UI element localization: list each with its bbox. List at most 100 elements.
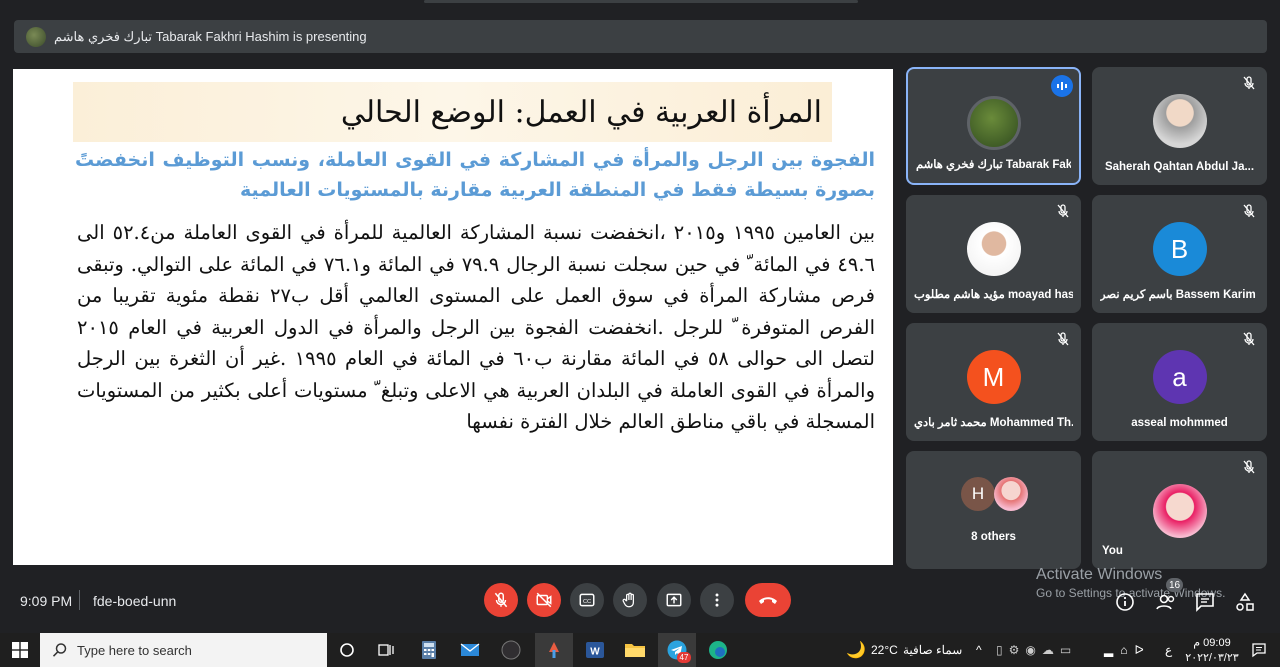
others-avatar-photo	[994, 477, 1028, 511]
obs-app[interactable]	[498, 637, 524, 663]
edge-icon	[709, 641, 727, 659]
present-icon	[666, 593, 682, 607]
task-view-button[interactable]	[373, 637, 399, 663]
info-icon	[1116, 593, 1134, 611]
more-options-button[interactable]	[700, 583, 734, 617]
chat-icon	[1196, 593, 1214, 612]
avatar-letter: M	[982, 361, 1005, 392]
meeting-time: 9:09 PM	[20, 593, 73, 609]
others-avatar: H	[961, 477, 995, 511]
participant-tile[interactable]: a asseal mohmmed	[1092, 323, 1267, 441]
top-scrollbar[interactable]	[424, 0, 858, 3]
mic-off-icon	[1057, 332, 1069, 346]
captions-button[interactable]: CC	[570, 583, 604, 617]
present-screen-button[interactable]	[657, 583, 691, 617]
telegram-app[interactable]	[658, 633, 696, 667]
participant-tile[interactable]: مؤيد هاشم مطلوب moayad hash...	[906, 195, 1081, 313]
people-button[interactable]	[1154, 591, 1178, 613]
participant-avatar: a	[1152, 350, 1207, 404]
slide-body: بين العامين ١٩٩٥ و٢٠١٥ ،انخفضت نسبة المش…	[77, 221, 875, 433]
mic-off-icon	[1243, 332, 1255, 346]
meeting-details-button[interactable]	[1114, 591, 1136, 613]
participant-tile-others[interactable]: H 8 others	[906, 451, 1081, 569]
show-hidden-icons-chevron-icon[interactable]: ^	[976, 643, 982, 657]
slide-title: المرأة العربية في العمل: الوضع الحالي	[340, 94, 822, 130]
svg-text:W: W	[590, 647, 600, 658]
activate-windows-title: Activate Windows	[1036, 566, 1163, 583]
slide-subtitle: الفجوة بين الرجل والمرأة في المشاركة في …	[75, 149, 875, 201]
svg-text:CC: CC	[583, 599, 591, 605]
participant-tile-presenter[interactable]: تبارك فخري هاشم Tabarak Fakh...	[906, 67, 1081, 185]
presentation-slide: المرأة العربية في العمل: الوضع الحالي ال…	[13, 69, 893, 565]
mail-icon	[460, 643, 480, 656]
participant-name: You	[1102, 545, 1123, 557]
clock-time[interactable]: 09:09 م	[1182, 636, 1242, 649]
mic-off-icon	[1243, 460, 1255, 474]
participant-name: asseal mohmmed	[1131, 417, 1228, 429]
participant-avatar	[966, 96, 1021, 150]
mic-off-icon	[1057, 204, 1069, 218]
weather-temperature[interactable]: 22°C	[871, 643, 898, 657]
participant-tile-self[interactable]: You	[1092, 451, 1267, 569]
hand-icon	[622, 592, 634, 608]
speaking-indicator-icon	[1051, 75, 1073, 97]
participant-name: 8 others	[971, 531, 1016, 543]
file-explorer-app[interactable]	[622, 637, 648, 663]
clock-date[interactable]: ٢٠٢٢/٠٣/٢٣	[1180, 651, 1244, 664]
mail-app[interactable]	[457, 637, 483, 663]
presenting-text: تبارك فخري هاشم Tabarak Fakhri Hashim is…	[54, 28, 367, 44]
people-count-badge: 16	[1166, 578, 1183, 592]
obs-icon	[501, 640, 521, 660]
avatar-letter: a	[1172, 361, 1187, 392]
participant-avatar	[966, 222, 1021, 276]
divider	[79, 590, 80, 610]
participant-name: تبارك فخري هاشم Tabarak Fakh...	[916, 159, 1071, 171]
participant-tile[interactable]: Saherah Qahtan Abdul Ja...	[1092, 67, 1267, 185]
captions-icon: CC	[579, 593, 595, 607]
network-volume-icons[interactable]: ▂⌂ᐅ	[1104, 643, 1151, 657]
chat-button[interactable]	[1194, 591, 1216, 613]
activities-icon	[1236, 592, 1254, 611]
word-app[interactable]: W	[582, 637, 608, 663]
participant-name: باسم كريم نصر Bassem Karim ...	[1100, 289, 1259, 301]
tray-icons[interactable]: ▯⚙◉☁▭	[996, 643, 1077, 657]
moon-icon: 🌙	[846, 642, 866, 659]
phone-hangup-icon	[759, 597, 777, 604]
language-indicator[interactable]: ع	[1165, 643, 1172, 657]
leave-call-button[interactable]	[745, 583, 791, 617]
notifications-button[interactable]	[1246, 637, 1272, 663]
cortana-button[interactable]	[334, 637, 360, 663]
powerpoint-app-active[interactable]	[535, 633, 573, 667]
avatar-letter: H	[971, 484, 985, 503]
participant-tile[interactable]: B باسم كريم نصر Bassem Karim ...	[1092, 195, 1267, 313]
presenting-bar: تبارك فخري هاشم Tabarak Fakhri Hashim is…	[14, 20, 1267, 53]
participant-avatar: M	[966, 350, 1021, 404]
task-view-icon	[378, 644, 394, 656]
presenter-app-icon	[549, 642, 559, 658]
activities-button[interactable]	[1234, 591, 1256, 613]
notification-icon	[1252, 643, 1266, 658]
camera-off-icon	[536, 592, 552, 608]
participant-avatar	[1152, 94, 1207, 148]
windows-logo-icon	[12, 642, 28, 658]
top-strip	[0, 0, 1280, 14]
cortana-icon	[340, 643, 354, 657]
edge-browser-app[interactable]	[705, 637, 731, 663]
avatar-letter: B	[1170, 233, 1189, 264]
telegram-badge: 47	[677, 652, 691, 663]
weather-condition[interactable]: سماء صافية	[903, 643, 962, 657]
people-icon	[1156, 594, 1175, 610]
calculator-app[interactable]	[416, 637, 442, 663]
start-button[interactable]	[7, 637, 33, 663]
participant-tile[interactable]: M محمد ثامر بادي Mohammed Th...	[906, 323, 1081, 441]
folder-icon	[625, 644, 645, 657]
taskbar-search-box[interactable]: Type here to search	[40, 633, 327, 667]
participant-name: محمد ثامر بادي Mohammed Th...	[914, 417, 1073, 429]
participant-avatar	[1152, 484, 1207, 538]
more-vert-icon	[715, 593, 719, 607]
raise-hand-button[interactable]	[613, 583, 647, 617]
meeting-code: fde-boed-unn	[93, 593, 177, 609]
camera-toggle-button[interactable]	[527, 583, 561, 617]
mic-toggle-button[interactable]	[484, 583, 518, 617]
participant-name: مؤيد هاشم مطلوب moayad hash...	[914, 289, 1073, 301]
